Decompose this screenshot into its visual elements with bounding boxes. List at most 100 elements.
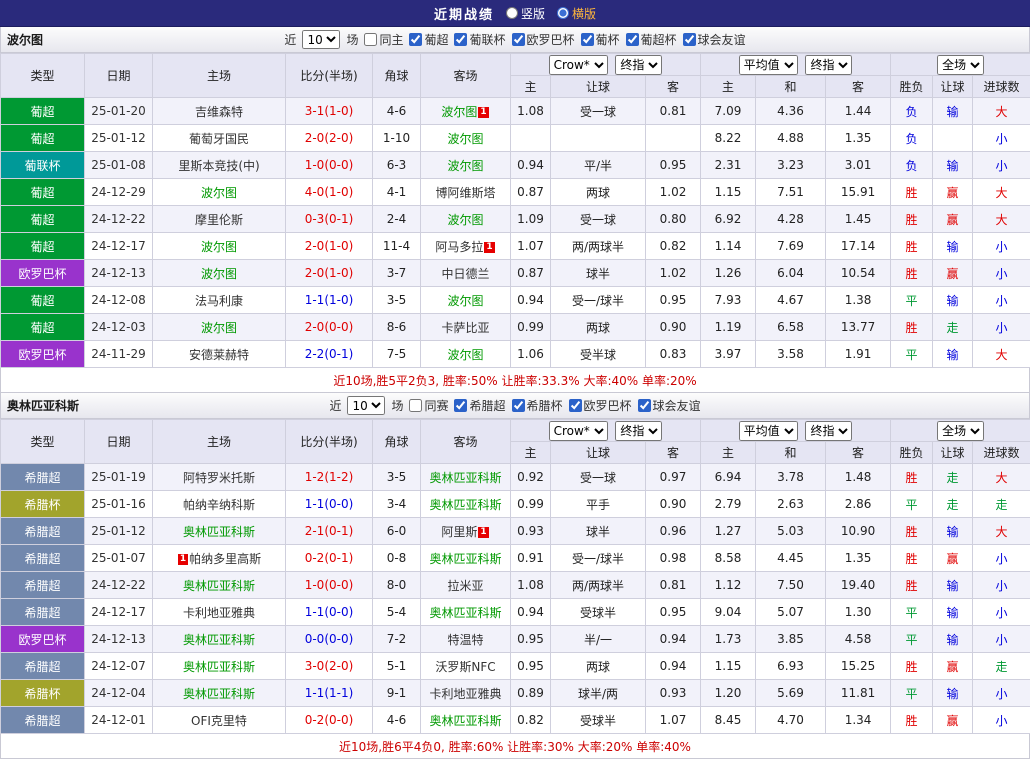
team-name-link[interactable]: 奥林匹亚科斯 [429, 498, 501, 512]
filter-checkbox[interactable]: 葡杯 [581, 31, 620, 48]
filter-checkbox[interactable]: 葡超杯 [626, 31, 677, 48]
avg-odds-select[interactable]: 平均值 [739, 421, 798, 441]
team-name-link[interactable]: OFI克里特 [191, 714, 247, 728]
filter-checkbox[interactable]: 同赛 [409, 397, 448, 414]
subcol-asian-home: 主 [511, 76, 551, 98]
team-name-link[interactable]: 奥林匹亚科斯 [429, 471, 501, 485]
team-name-link[interactable]: 奥林匹亚科斯 [183, 525, 255, 539]
team-name-link[interactable]: 沃罗斯NFC [435, 660, 495, 674]
checkbox-input[interactable] [638, 399, 651, 412]
team-name-link[interactable]: 阿马多拉 [435, 240, 483, 254]
checkbox-input[interactable] [364, 33, 377, 46]
filter-checkbox[interactable]: 同主 [364, 31, 403, 48]
team-name-link[interactable]: 里斯本竞技(中) [178, 159, 259, 173]
team-name-link[interactable]: 奥林匹亚科斯 [429, 606, 501, 620]
euro-odds-away: 3.01 [826, 152, 891, 179]
team-name-link[interactable]: 博阿维斯塔 [435, 186, 495, 200]
avg-stage-select[interactable]: 终指 [805, 55, 852, 75]
filter-checkbox[interactable]: 葡超 [409, 31, 448, 48]
team-name-link[interactable]: 安德莱赫特 [189, 348, 249, 362]
layout-horizontal-option[interactable]: 横版 [557, 5, 596, 22]
fulltime-select[interactable]: 全场 [937, 421, 984, 441]
team-name-link[interactable]: 奥林匹亚科斯 [429, 714, 501, 728]
team-name-link[interactable]: 波尔图 [201, 321, 237, 335]
team-name-link[interactable]: 卡利地亚雅典 [183, 606, 255, 620]
team-name-link[interactable]: 卡萨比亚 [441, 321, 489, 335]
match-count-select[interactable]: 10 [302, 30, 340, 49]
fulltime-select[interactable]: 全场 [937, 55, 984, 75]
vertical-radio[interactable] [506, 7, 518, 19]
league-badge: 希腊超 [1, 464, 85, 491]
checkbox-input[interactable] [409, 399, 422, 412]
team-name-link[interactable]: 法马利康 [195, 294, 243, 308]
team-name-link[interactable]: 奥林匹亚科斯 [183, 687, 255, 701]
checkbox-input[interactable] [409, 33, 422, 46]
col-header-corner: 角球 [373, 54, 421, 98]
odds-provider-select[interactable]: Crow* [549, 421, 608, 441]
layout-vertical-option[interactable]: 竖版 [506, 5, 545, 22]
team-name-link[interactable]: 奥林匹亚科斯 [429, 552, 501, 566]
checkbox-input[interactable] [512, 399, 525, 412]
team-name-link[interactable]: 特温特 [447, 633, 483, 647]
asian-odds-handicap: 受球半 [551, 707, 646, 734]
checkbox-input[interactable] [626, 33, 639, 46]
filter-checkbox[interactable]: 欧罗巴杯 [569, 397, 632, 414]
odds-stage-select[interactable]: 终指 [615, 421, 662, 441]
team-name-link[interactable]: 卡利地亚雅典 [429, 687, 501, 701]
horizontal-radio[interactable] [557, 7, 569, 19]
team-name-link[interactable]: 波尔图 [201, 186, 237, 200]
filter-checkbox[interactable]: 希腊超 [454, 397, 505, 414]
team-name-link[interactable]: 波尔图 [447, 213, 483, 227]
checkbox-input[interactable] [454, 399, 467, 412]
team-name-link[interactable]: 奥林匹亚科斯 [183, 633, 255, 647]
team-name-link[interactable]: 阿里斯 [441, 525, 477, 539]
asian-odds-away: 0.83 [646, 341, 701, 368]
odds-provider-select[interactable]: Crow* [549, 55, 608, 75]
avg-stage-select[interactable]: 终指 [805, 421, 852, 441]
asian-odds-handicap: 球半/两 [551, 680, 646, 707]
checkbox-input[interactable] [454, 33, 467, 46]
filter-checkbox[interactable]: 葡联杯 [454, 31, 505, 48]
col-header-date: 日期 [85, 54, 153, 98]
odds-stage-select[interactable]: 终指 [615, 55, 662, 75]
team-name-link[interactable]: 波尔图 [447, 294, 483, 308]
team-name-link[interactable]: 波尔图 [441, 105, 477, 119]
team-name-link[interactable]: 中日德兰 [441, 267, 489, 281]
team-name-link[interactable]: 帕纳辛纳科斯 [183, 498, 255, 512]
asian-odds-away: 0.81 [646, 572, 701, 599]
euro-odds-home: 6.94 [701, 464, 756, 491]
team-name-link[interactable]: 波尔图 [447, 348, 483, 362]
team-name-link[interactable]: 吉维森特 [195, 105, 243, 119]
team-name-link[interactable]: 波尔图 [447, 132, 483, 146]
result-outcome: 胜 [891, 707, 933, 734]
euro-odds-draw: 4.67 [756, 287, 826, 314]
asian-odds-handicap: 两球 [551, 653, 646, 680]
result-outcome: 平 [891, 626, 933, 653]
team-name-link[interactable]: 葡萄牙国民 [189, 132, 249, 146]
checkbox-input[interactable] [581, 33, 594, 46]
filter-checkbox[interactable]: 希腊杯 [512, 397, 563, 414]
checkbox-input[interactable] [512, 33, 525, 46]
avg-odds-select[interactable]: 平均值 [739, 55, 798, 75]
league-badge: 希腊超 [1, 545, 85, 572]
filter-checkbox[interactable]: 球会友谊 [683, 31, 746, 48]
team-name-link[interactable]: 波尔图 [201, 267, 237, 281]
euro-odds-draw: 7.50 [756, 572, 826, 599]
checkbox-input[interactable] [569, 399, 582, 412]
team-name-link[interactable]: 阿特罗米托斯 [183, 471, 255, 485]
team-name-link[interactable]: 拉米亚 [447, 579, 483, 593]
team-name-link[interactable]: 摩里伦斯 [195, 213, 243, 227]
team-name-link[interactable]: 波尔图 [447, 159, 483, 173]
subcol-goals-result: 进球数 [973, 76, 1030, 98]
euro-odds-home: 8.22 [701, 125, 756, 152]
filter-checkbox[interactable]: 球会友谊 [638, 397, 701, 414]
topbar: 近期战绩 竖版 横版 [0, 0, 1030, 27]
checkbox-input[interactable] [683, 33, 696, 46]
match-count-select[interactable]: 10 [347, 396, 385, 415]
filter-checkbox[interactable]: 欧罗巴杯 [512, 31, 575, 48]
team-name-link[interactable]: 奥林匹亚科斯 [183, 579, 255, 593]
match-date: 24-12-22 [85, 572, 153, 599]
team-name-link[interactable]: 波尔图 [201, 240, 237, 254]
team-name-link[interactable]: 奥林匹亚科斯 [183, 660, 255, 674]
team-name-link[interactable]: 帕纳多里高斯 [189, 552, 261, 566]
